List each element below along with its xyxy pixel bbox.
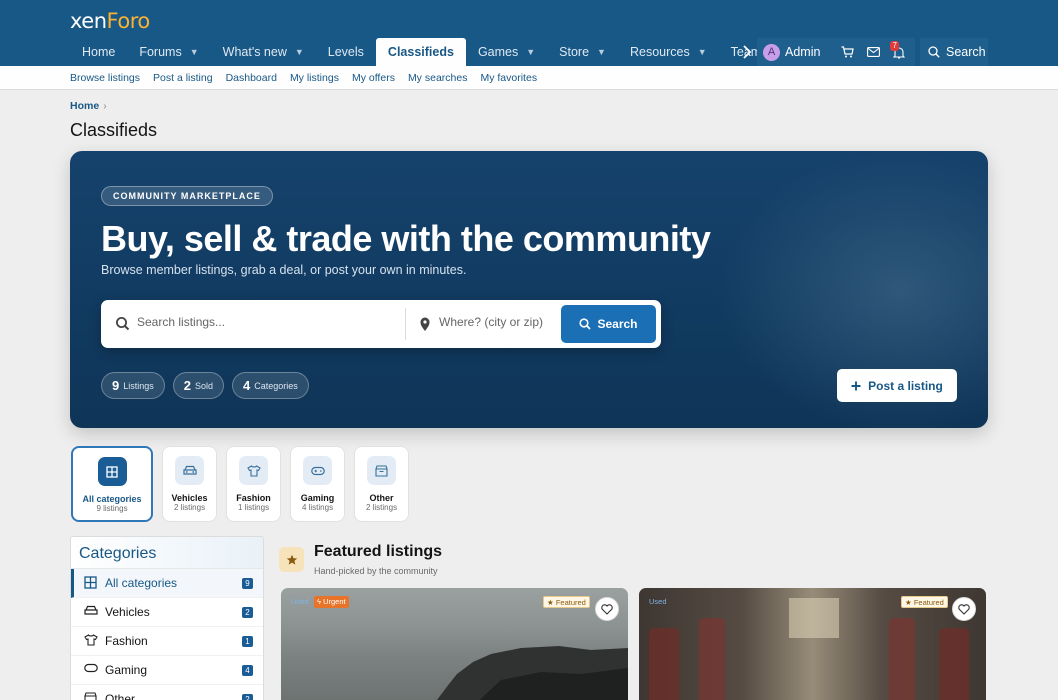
chevron-down-icon[interactable]: ▼ — [295, 47, 304, 57]
plus-icon — [851, 381, 861, 390]
stat-categories: 4 Categories — [232, 372, 309, 399]
nav-tab-whats-new[interactable]: What's new ▼ — [211, 38, 316, 66]
search-icon — [928, 46, 940, 58]
search-icon — [116, 317, 130, 331]
nav-tab-levels[interactable]: Levels — [316, 38, 376, 66]
hero-banner: COMMUNITY MARKETPLACE Buy, sell & trade … — [70, 151, 988, 428]
shirt-icon — [239, 456, 268, 485]
categories-sidebar: Categories All categories 9 Vehicles 2 F… — [70, 536, 264, 700]
account-bar: A Admin 7 — [757, 38, 915, 66]
gamepad-icon — [303, 456, 332, 485]
tile-vehicles[interactable]: Vehicles 2 listings — [162, 446, 217, 522]
bell-icon[interactable]: 7 — [886, 38, 912, 66]
hero-stats: 9 Listings 2 Sold 4 Categories — [101, 372, 309, 399]
hero-search-bar: Search listings... Where? (city or zip) … — [101, 300, 661, 348]
grid-icon — [84, 576, 98, 590]
listing-card[interactable]: Used ★ Featured — [639, 588, 986, 700]
car-icon — [84, 605, 98, 619]
subnav-my-favorites[interactable]: My favorites — [480, 72, 537, 84]
avatar[interactable]: A — [763, 43, 780, 61]
category-tiles: All categories 9 listings Vehicles 2 lis… — [71, 446, 409, 522]
count-badge: 2 — [242, 607, 253, 618]
search-divider — [405, 308, 406, 340]
star-icon — [279, 547, 304, 572]
post-listing-button[interactable]: Post a listing — [837, 369, 957, 402]
hero-title: Buy, sell & trade with the community — [101, 218, 711, 259]
chevron-down-icon[interactable]: ▼ — [597, 47, 606, 57]
hero-pill: COMMUNITY MARKETPLACE — [101, 186, 273, 206]
heart-icon — [958, 603, 970, 615]
cart-icon[interactable] — [834, 38, 860, 66]
condition-tag: Used — [291, 597, 309, 606]
nav-tab-forums[interactable]: Forums ▼ — [127, 38, 210, 66]
subnav-dashboard[interactable]: Dashboard — [226, 72, 277, 84]
hero-search-button[interactable]: Search — [561, 305, 656, 343]
favorite-button[interactable] — [595, 597, 619, 621]
stat-listings: 9 Listings — [101, 372, 165, 399]
site-logo[interactable]: xenForo — [70, 9, 150, 33]
count-badge: 4 — [242, 665, 253, 676]
urgent-badge: ϟ Urgent — [314, 596, 349, 608]
breadcrumb-separator: › — [103, 100, 107, 112]
tile-fashion[interactable]: Fashion 1 listings — [226, 446, 281, 522]
featured-badge: ★ Featured — [543, 596, 590, 608]
site-header: xenForo Home Forums ▼ What's new ▼ Levels … — [0, 0, 1058, 66]
subnav-my-searches[interactable]: My searches — [408, 72, 468, 84]
sidebar-title: Categories — [71, 537, 263, 569]
listing-search-input[interactable]: Search listings... — [137, 315, 225, 329]
header-search-button[interactable]: Search — [920, 38, 988, 66]
box-icon — [367, 456, 396, 485]
car-icon — [175, 456, 204, 485]
breadcrumb-home[interactable]: Home — [70, 100, 99, 112]
subnav-post-listing[interactable]: Post a listing — [153, 72, 213, 84]
sidebar-item-gaming[interactable]: Gaming 4 — [71, 656, 263, 685]
subnav-browse-listings[interactable]: Browse listings — [70, 72, 140, 84]
condition-tag: Used — [649, 597, 667, 606]
location-pin-icon — [420, 317, 430, 331]
nav-tab-classifieds[interactable]: Classifieds — [375, 38, 466, 66]
subnav-my-offers[interactable]: My offers — [352, 72, 395, 84]
box-icon — [84, 692, 98, 700]
nav-tab-home[interactable]: Home — [70, 38, 127, 66]
chevron-down-icon[interactable]: ▼ — [698, 47, 707, 57]
featured-subtitle: Hand-picked by the community — [314, 566, 438, 576]
main-nav: Home Forums ▼ What's new ▼ Levels Classifi… — [70, 38, 817, 66]
alert-count-badge: 7 — [890, 41, 899, 51]
tile-gaming[interactable]: Gaming 4 listings — [290, 446, 345, 522]
listing-card[interactable]: Used ϟ Urgent ★ Featured — [281, 588, 628, 700]
location-input[interactable]: Where? (city or zip) — [439, 315, 543, 329]
gamepad-icon — [84, 663, 98, 677]
nav-scroll-right-icon[interactable] — [738, 38, 756, 66]
account-name[interactable]: Admin — [785, 45, 820, 59]
sidebar-item-other[interactable]: Other 2 — [71, 685, 263, 700]
featured-badge: ★ Featured — [901, 596, 948, 608]
heart-icon — [601, 603, 613, 615]
page-title: Classifieds — [70, 120, 158, 140]
chevron-down-icon[interactable]: ▼ — [190, 47, 199, 57]
tile-other[interactable]: Other 2 listings — [354, 446, 409, 522]
favorite-button[interactable] — [952, 597, 976, 621]
inbox-icon[interactable] — [860, 38, 886, 66]
sidebar-item-all-categories[interactable]: All categories 9 — [71, 569, 263, 598]
chevron-down-icon[interactable]: ▼ — [526, 47, 535, 57]
sidebar-item-fashion[interactable]: Fashion 1 — [71, 627, 263, 656]
count-badge: 2 — [242, 694, 253, 700]
breadcrumb: Home › — [70, 100, 107, 112]
count-badge: 1 — [242, 636, 253, 647]
shirt-icon — [84, 634, 98, 648]
subnav-my-listings[interactable]: My listings — [290, 72, 339, 84]
tile-all-categories[interactable]: All categories 9 listings — [71, 446, 153, 522]
featured-title: Featured listings — [314, 543, 443, 560]
nav-tab-store[interactable]: Store ▼ — [547, 38, 618, 66]
nav-tab-resources[interactable]: Resources ▼ — [618, 38, 719, 66]
stat-sold: 2 Sold — [172, 372, 224, 399]
grid-icon — [97, 457, 127, 486]
search-icon — [579, 318, 592, 330]
hero-subtitle: Browse member listings, grab a deal, or … — [101, 263, 467, 277]
nav-tab-games[interactable]: Games ▼ — [466, 38, 547, 66]
sub-nav: Browse listings Post a listing Dashboard… — [0, 66, 1058, 90]
count-badge: 9 — [242, 578, 253, 589]
sidebar-item-vehicles[interactable]: Vehicles 2 — [71, 598, 263, 627]
